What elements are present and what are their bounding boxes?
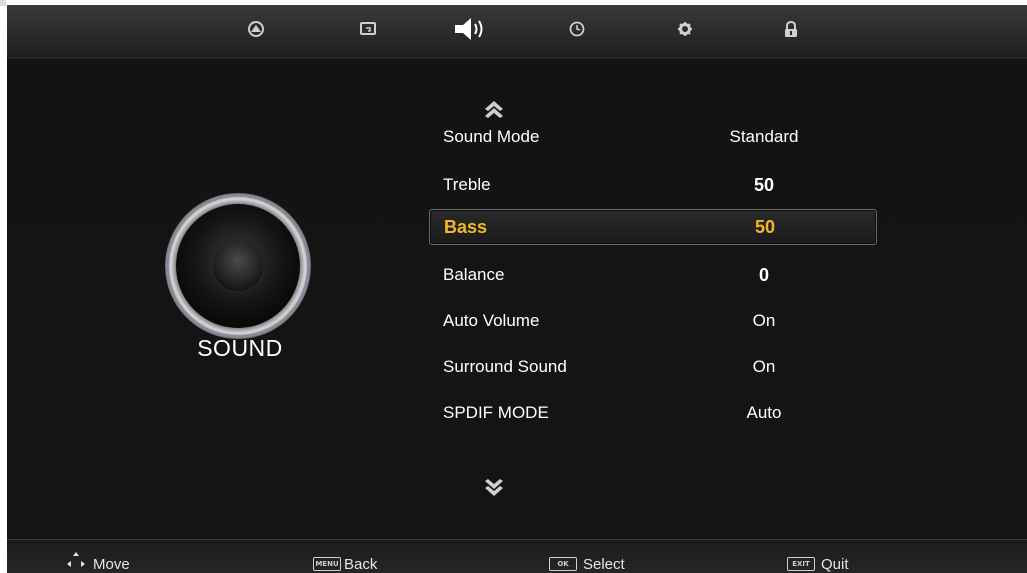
menu-item-label: Balance <box>443 265 505 284</box>
input-source-icon[interactable] <box>354 15 382 43</box>
hint-back: MENU Back <box>313 555 378 573</box>
menu-item-balance[interactable]: Balance 0 <box>429 258 875 292</box>
menu-item-auto-volume[interactable]: Auto Volume On <box>429 304 875 338</box>
hint-quit-label: Quit <box>821 555 849 573</box>
hint-move-label: Move <box>93 555 130 573</box>
scroll-down-icon[interactable] <box>477 477 511 501</box>
picture-icon[interactable] <box>242 15 270 43</box>
top-menu-bar <box>7 5 1027 58</box>
hint-quit: EXIT Quit <box>787 555 849 573</box>
menu-item-label: Treble <box>443 175 491 194</box>
menu-item-bass[interactable]: Bass 50 <box>429 209 877 245</box>
speaker-icon <box>163 191 313 341</box>
menu-item-label: SPDIF MODE <box>443 403 549 422</box>
menu-item-label: Auto Volume <box>443 311 540 330</box>
menu-item-value: 50 <box>754 217 776 237</box>
menu-item-value: 0 <box>758 265 769 285</box>
time-icon[interactable] <box>563 15 591 43</box>
lock-icon[interactable] <box>777 15 805 43</box>
tv-screen: SOUND Sound Mode Standard Treble 50 Bass… <box>7 5 1027 573</box>
menu-item-label: Bass <box>444 217 488 237</box>
hint-back-label: Back <box>344 555 378 573</box>
exit-key-icon: EXIT <box>787 557 815 571</box>
menu-item-value: 50 <box>753 175 775 195</box>
hint-select-label: Select <box>583 555 625 573</box>
ok-key-icon: OK <box>549 557 577 571</box>
corner-mark <box>0 0 6 6</box>
menu-item-treble[interactable]: Treble 50 <box>429 168 875 202</box>
hint-move: Move <box>65 552 130 573</box>
menu-item-value: On <box>752 357 776 376</box>
section-title: SOUND <box>197 335 283 361</box>
hint-select: OK Select <box>549 555 625 573</box>
menu-item-value: On <box>752 311 776 330</box>
footer-hint-bar: Move MENU Back OK Select EXIT Quit <box>7 539 1027 573</box>
direction-arrows-icon <box>67 552 85 567</box>
menu-item-value: Auto <box>746 403 782 422</box>
menu-item-spdif-mode[interactable]: SPDIF MODE Auto <box>429 396 875 430</box>
menu-key-icon: MENU <box>313 557 341 571</box>
sound-icon[interactable] <box>449 15 493 43</box>
setup-icon[interactable] <box>671 15 699 43</box>
menu-item-label: Surround Sound <box>443 357 567 376</box>
menu-item-sound-mode[interactable]: Sound Mode Standard <box>429 120 875 154</box>
menu-item-surround-sound[interactable]: Surround Sound On <box>429 350 875 384</box>
menu-item-label: Sound Mode <box>443 127 540 146</box>
scroll-up-icon[interactable] <box>477 97 511 121</box>
menu-item-value: Standard <box>729 127 799 146</box>
